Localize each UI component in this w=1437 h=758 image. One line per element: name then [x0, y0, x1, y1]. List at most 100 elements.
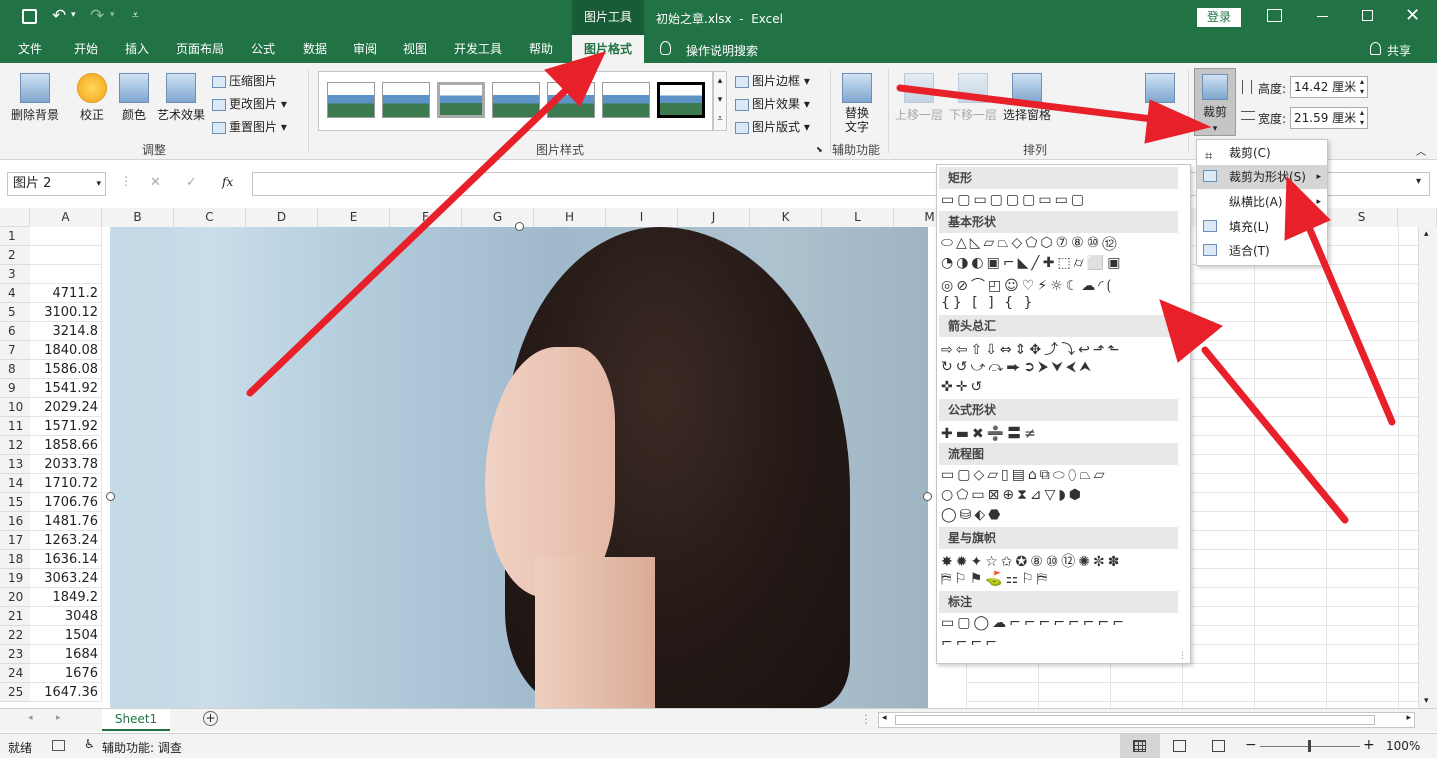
fx-icon[interactable]: fx — [222, 175, 233, 189]
row-header[interactable]: 16 — [0, 512, 30, 531]
redo-icon[interactable]: ↷ — [90, 6, 104, 26]
picture-layout-button[interactable]: 图片版式 ▾ — [735, 118, 810, 135]
cell-a[interactable]: 3214.8 — [30, 322, 102, 341]
style-thumb[interactable] — [492, 82, 540, 118]
column-header[interactable]: F — [390, 208, 462, 227]
cell-a[interactable]: 1706.76 — [30, 493, 102, 512]
column-header[interactable]: S — [1326, 208, 1398, 227]
row-header[interactable]: 23 — [0, 645, 30, 664]
column-header[interactable]: J — [678, 208, 750, 227]
cell-a[interactable]: 1710.72 — [30, 474, 102, 493]
shape-row[interactable]: {} [ ] { } — [941, 295, 1179, 311]
shape-row[interactable]: ◯⛁⬖⬣ — [941, 507, 1179, 523]
minimize-icon[interactable] — [1317, 16, 1328, 17]
accessibility-status[interactable]: 辅助功能: 调查 — [102, 739, 182, 756]
gallery-resize-grip-icon[interactable]: ⋮ — [1178, 651, 1187, 661]
cell-a[interactable]: 2033.78 — [30, 455, 102, 474]
selected-picture[interactable] — [110, 227, 928, 708]
cell-a[interactable]: 1849.2 — [30, 588, 102, 607]
change-picture-button[interactable]: 更改图片 ▾ — [212, 95, 287, 112]
row-header[interactable]: 22 — [0, 626, 30, 645]
tab-review[interactable]: 审阅 — [344, 35, 386, 63]
row-header[interactable]: 21 — [0, 607, 30, 626]
cell-a[interactable]: 1571.92 — [30, 417, 102, 436]
shape-row[interactable]: ▭▢▭▢▢▢▭▭▢ — [941, 192, 1179, 208]
alt-text-button[interactable]: 替换 文字 — [838, 73, 876, 134]
style-thumb[interactable] — [327, 82, 375, 118]
tab-home[interactable]: 开始 — [64, 35, 108, 63]
column-header[interactable]: C — [174, 208, 246, 227]
style-thumb[interactable] — [382, 82, 430, 118]
row-header[interactable]: 5 — [0, 303, 30, 322]
picture-styles-gallery[interactable] — [318, 71, 713, 131]
crop-button[interactable]: 裁剪 ▾ — [1194, 68, 1236, 136]
column-header[interactable] — [1398, 208, 1437, 227]
macro-record-icon[interactable] — [52, 740, 65, 751]
zoom-level[interactable]: 100% — [1386, 739, 1420, 753]
style-thumb[interactable] — [657, 82, 705, 118]
scroll-left-icon[interactable]: ◂ — [882, 713, 887, 723]
cell-a[interactable]: 1840.08 — [30, 341, 102, 360]
maximize-icon[interactable] — [1362, 10, 1373, 21]
cell-a[interactable] — [30, 246, 102, 265]
shape-row[interactable]: ○⬠▭⊠⊕⧗⊿▽◗⬢ — [941, 487, 1179, 503]
width-input[interactable]: 21.59 厘米 ▴ ▾ — [1290, 107, 1368, 129]
enter-icon[interactable]: ✓ — [186, 175, 197, 190]
column-header[interactable]: I — [606, 208, 678, 227]
save-icon[interactable] — [22, 9, 37, 24]
shape-row[interactable]: ◎⊘⌒◰☺♡⚡☼☾☁◜⟮ — [941, 275, 1179, 295]
row-header[interactable]: 18 — [0, 550, 30, 569]
row-header[interactable]: 12 — [0, 436, 30, 455]
tab-page-layout[interactable]: 页面布局 — [168, 35, 232, 63]
row-header[interactable]: 25 — [0, 683, 30, 702]
stepper-icon[interactable]: ▴ ▾ — [1360, 77, 1364, 97]
rotate-button[interactable]: 旋转 — [1140, 73, 1180, 123]
cell-a[interactable]: 1541.92 — [30, 379, 102, 398]
height-input[interactable]: 14.42 厘米 ▴ ▾ — [1290, 76, 1368, 98]
shape-row[interactable]: ◔◑◐▣⌐◣╱✚⬚⌭⬜▣ — [941, 255, 1179, 271]
row-header[interactable]: 19 — [0, 569, 30, 588]
column-header[interactable]: K — [750, 208, 822, 227]
shape-row[interactable]: ▭▢◯☁⌐⌐⌐⌐⌐⌐⌐⌐ — [941, 615, 1179, 631]
chevron-down-icon[interactable]: ▾ — [96, 173, 101, 195]
tab-formulas[interactable]: 公式 — [242, 35, 284, 63]
tell-me-search[interactable]: 操作说明搜索 — [686, 42, 758, 59]
scroll-up-icon[interactable]: ▴ — [1424, 229, 1429, 239]
gallery-scroll[interactable]: ▴ ▾ ⩡ — [713, 71, 727, 131]
ribbon-display-icon[interactable] — [1267, 9, 1282, 22]
row-header[interactable]: 9 — [0, 379, 30, 398]
stepper-icon[interactable]: ▴ ▾ — [1360, 108, 1364, 128]
accessibility-icon[interactable]: ♿ — [84, 737, 95, 751]
scrollbar-thumb[interactable] — [895, 715, 1375, 725]
name-box[interactable]: 图片 2 ▾ — [7, 172, 106, 196]
tab-developer[interactable]: 开发工具 — [446, 35, 510, 63]
reset-picture-button[interactable]: 重置图片 ▾ — [212, 118, 287, 135]
row-header[interactable]: 7 — [0, 341, 30, 360]
cell-a[interactable]: 2029.24 — [30, 398, 102, 417]
share-icon[interactable] — [1370, 42, 1381, 55]
corrections-button[interactable]: 校正 — [74, 73, 110, 123]
zoom-thumb[interactable] — [1308, 740, 1311, 752]
cell-a[interactable]: 3048 — [30, 607, 102, 626]
resize-handle[interactable] — [923, 492, 932, 501]
row-header[interactable]: 1 — [0, 227, 30, 246]
selection-pane-button[interactable]: 选择窗格 — [1001, 73, 1053, 123]
menu-item-fit[interactable]: 适合(T) — [1197, 239, 1327, 263]
scroll-down-icon[interactable]: ▾ — [1424, 696, 1429, 706]
cell-a[interactable] — [30, 227, 102, 246]
shape-row[interactable]: ⇨⇦⇧⇩⇔⇕✥⤴⤵↩⬏⬑ — [941, 339, 1179, 359]
shape-row[interactable]: ✚▬✖➗〓≠ — [941, 423, 1179, 443]
cell-a[interactable]: 1263.24 — [30, 531, 102, 550]
style-thumb[interactable] — [437, 82, 485, 118]
row-header[interactable]: 13 — [0, 455, 30, 474]
row-header[interactable]: 24 — [0, 664, 30, 683]
tab-help[interactable]: 帮助 — [520, 35, 562, 63]
bring-forward-button[interactable]: 上移一层 — [893, 73, 945, 123]
next-sheet-icon[interactable]: ▸ — [56, 713, 61, 723]
row-header[interactable]: 6 — [0, 322, 30, 341]
shape-row[interactable]: ▭▢◇▱▯▤⌂⧉⬭⬯⏢⏥ — [941, 467, 1179, 483]
menu-item-crop[interactable]: ⌗ 裁剪(C) — [1197, 141, 1327, 165]
sheet-tab-sheet1[interactable]: Sheet1 — [102, 709, 170, 731]
column-header[interactable]: D — [246, 208, 318, 227]
redo-dropdown-icon[interactable]: ▾ — [110, 10, 115, 20]
